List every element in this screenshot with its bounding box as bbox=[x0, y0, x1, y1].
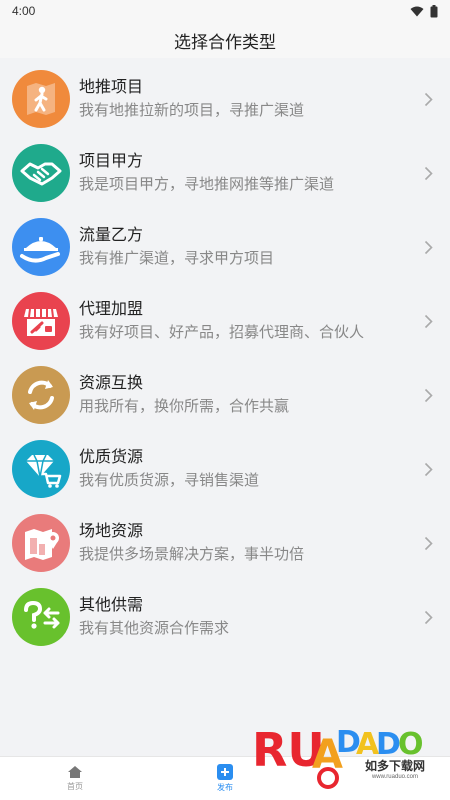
question-exchange-icon bbox=[12, 588, 70, 646]
list-item-traffic-provider[interactable]: 流量乙方 我有推广渠道，寻求甲方项目 bbox=[0, 210, 450, 284]
diamond-cart-icon bbox=[12, 440, 70, 498]
watermark-url-text: www.ruaduo.com bbox=[371, 774, 418, 780]
tab-home[interactable]: 首页 bbox=[0, 757, 150, 800]
item-title: 优质货源 bbox=[79, 448, 144, 466]
handshake-icon bbox=[12, 144, 70, 202]
item-title: 资源互换 bbox=[79, 374, 144, 392]
storefront-icon bbox=[12, 292, 70, 350]
item-description: 我是项目甲方，寻地推网推等推广渠道 bbox=[79, 175, 335, 193]
item-title: 地推项目 bbox=[79, 78, 144, 96]
item-description: 我有其他资源合作需求 bbox=[79, 619, 230, 637]
chevron-right-icon bbox=[420, 240, 436, 255]
wifi-icon bbox=[410, 6, 424, 16]
tab-home-label: 首页 bbox=[67, 782, 83, 791]
item-title: 流量乙方 bbox=[79, 226, 144, 244]
item-title: 项目甲方 bbox=[79, 152, 144, 170]
chevron-right-icon bbox=[420, 92, 436, 107]
home-icon bbox=[68, 766, 82, 778]
battery-icon bbox=[430, 4, 438, 17]
watermark-caption: 如多下载网 www.ruaduo.com bbox=[361, 758, 428, 782]
list-item-ground-promotion[interactable]: 地推项目 我有地推拉新的项目，寻推广渠道 bbox=[0, 62, 450, 136]
list-item-venue-resources[interactable]: 场地资源 我提供多场景解决方案，事半功倍 bbox=[0, 506, 450, 580]
chevron-right-icon bbox=[420, 166, 436, 181]
page-header: 选择合作类型 bbox=[0, 22, 450, 58]
status-icons bbox=[410, 4, 438, 18]
site-watermark: RU A D A D O 如多下载网 www.ruaduo.com bbox=[250, 708, 450, 794]
chevron-right-icon bbox=[420, 462, 436, 477]
page-title: 选择合作类型 bbox=[174, 32, 276, 52]
venue-map-icon bbox=[12, 514, 70, 572]
item-description: 我提供多场景解决方案，事半功倍 bbox=[79, 545, 305, 563]
list-item-resource-exchange[interactable]: 资源互换 用我所有，换你所需，合作共赢 bbox=[0, 358, 450, 432]
status-time: 4:00 bbox=[12, 4, 36, 18]
item-description: 我有优质货源，寻销售渠道 bbox=[79, 471, 260, 489]
chevron-right-icon bbox=[420, 388, 436, 403]
exchange-arrows-icon bbox=[12, 366, 70, 424]
chevron-right-icon bbox=[420, 536, 436, 551]
walking-person-map-icon bbox=[12, 70, 70, 128]
cooperation-type-list: 地推项目 我有地推拉新的项目，寻推广渠道 项目甲方 我是项目甲方，寻地推网推等推… bbox=[0, 58, 450, 654]
item-title: 其他供需 bbox=[79, 596, 144, 614]
list-item-agency-franchise[interactable]: 代理加盟 我有好项目、好产品，招募代理商、合伙人 bbox=[0, 284, 450, 358]
tab-publish-label: 发布 bbox=[217, 783, 233, 792]
item-title: 场地资源 bbox=[79, 522, 144, 540]
item-description: 我有推广渠道，寻求甲方项目 bbox=[79, 249, 275, 267]
chevron-right-icon bbox=[420, 610, 436, 625]
list-item-other-needs[interactable]: 其他供需 我有其他资源合作需求 bbox=[0, 580, 450, 654]
list-item-quality-supply[interactable]: 优质货源 我有优质货源，寻销售渠道 bbox=[0, 432, 450, 506]
hand-offering-icon bbox=[12, 218, 70, 276]
item-description: 我有地推拉新的项目，寻推广渠道 bbox=[79, 101, 305, 119]
item-title: 代理加盟 bbox=[79, 300, 144, 318]
plus-icon bbox=[217, 764, 233, 780]
watermark-cn-text: 如多下载网 bbox=[364, 759, 425, 773]
svg-text:O: O bbox=[398, 727, 424, 762]
status-bar: 4:00 bbox=[0, 0, 450, 22]
item-description: 我有好项目、好产品，招募代理商、合伙人 bbox=[79, 323, 365, 341]
list-item-project-owner[interactable]: 项目甲方 我是项目甲方，寻地推网推等推广渠道 bbox=[0, 136, 450, 210]
chevron-right-icon bbox=[420, 314, 436, 329]
item-description: 用我所有，换你所需，合作共赢 bbox=[79, 397, 290, 415]
